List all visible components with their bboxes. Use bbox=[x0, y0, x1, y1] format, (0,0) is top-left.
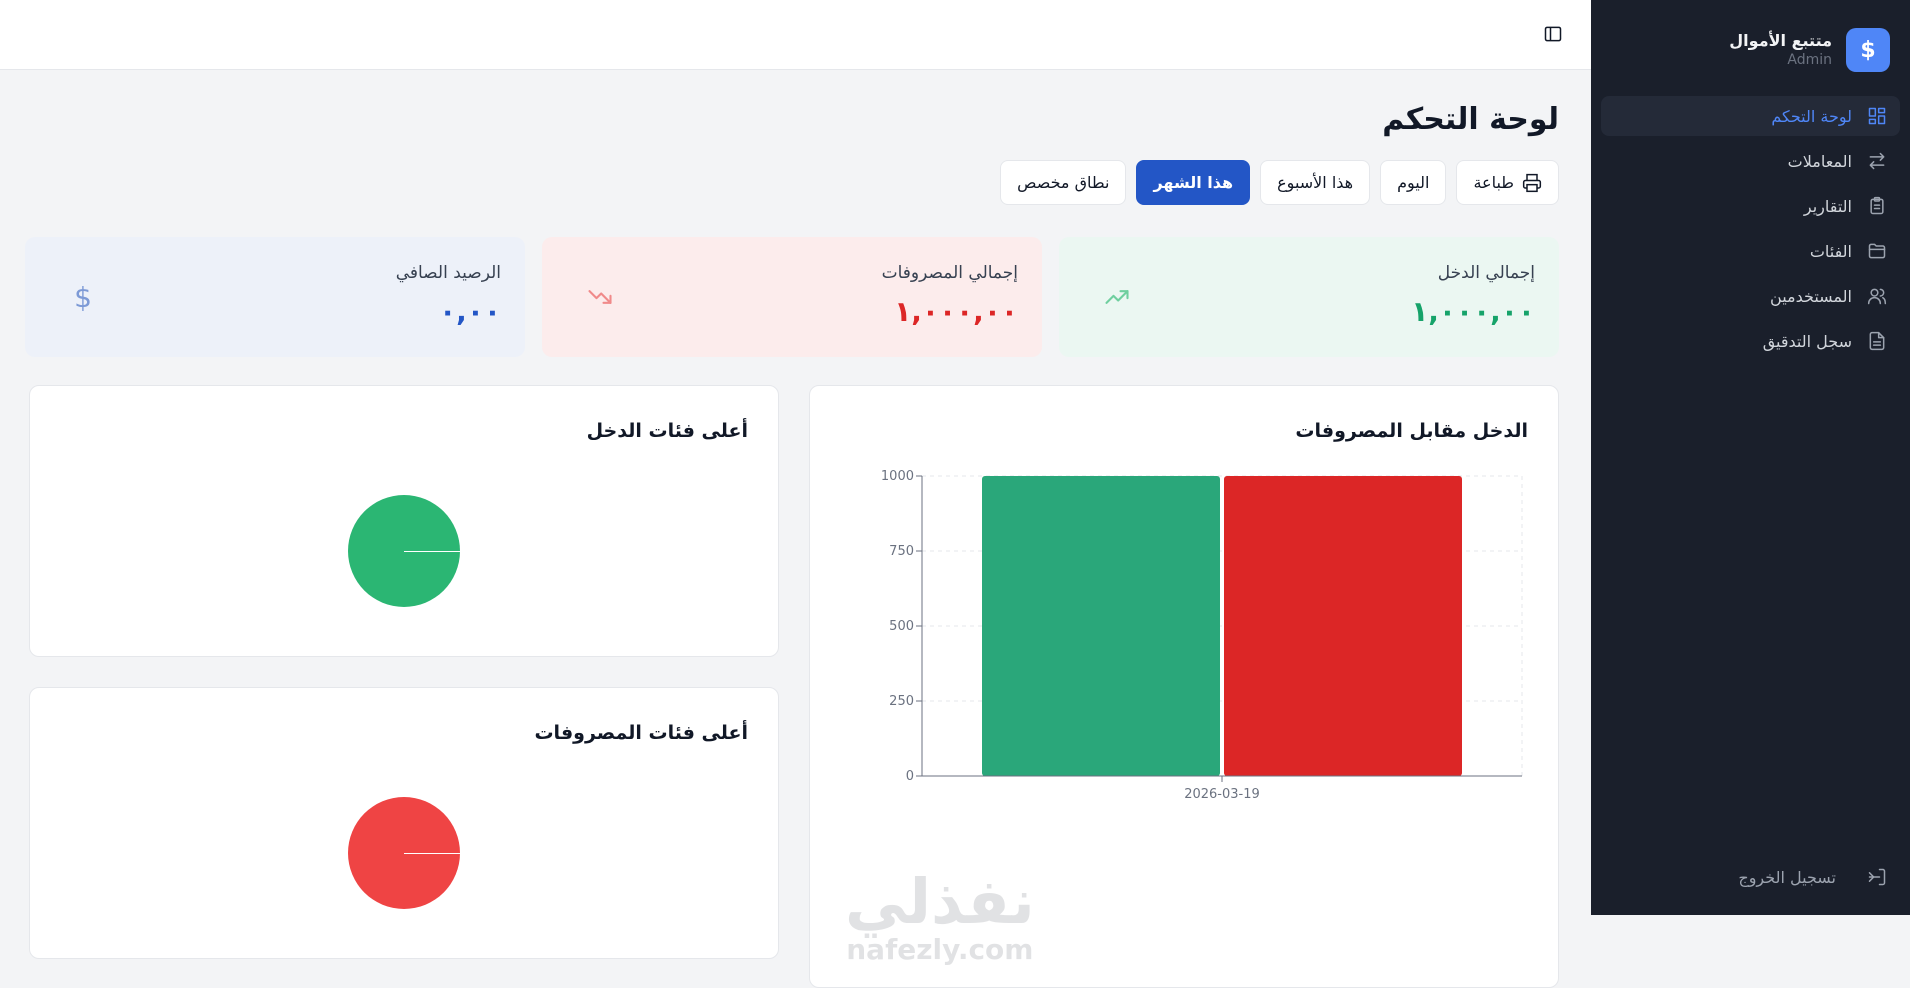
watermark-arabic: نفذلي bbox=[845, 865, 1035, 938]
y-tick-label: 750 bbox=[889, 544, 914, 559]
watermark-latin: nafezly.com bbox=[846, 933, 1034, 966]
filter-custom-range-button[interactable]: نطاق مخصص bbox=[1000, 160, 1127, 205]
users-icon bbox=[1866, 285, 1888, 307]
file-text-icon bbox=[1866, 330, 1888, 352]
stat-value: ١,٠٠٠,٠٠ bbox=[894, 295, 1018, 328]
transfer-arrows-icon bbox=[1866, 150, 1888, 172]
stat-label: إجمالي الدخل bbox=[1437, 263, 1535, 283]
income-vs-expenses-chart: 0 250 500 750 1000 2026-03-19 bbox=[881, 469, 1523, 802]
date-filter-bar: طباعة اليوم هذا الأسبوع هذا الشهر نطاق م… bbox=[1000, 160, 1559, 205]
sidebar-item-reports[interactable]: التقارير bbox=[1601, 186, 1900, 226]
sidebar-item-label: التقارير bbox=[1803, 196, 1852, 216]
y-tick-label: 1000 bbox=[881, 469, 914, 484]
bar-series-2 bbox=[1224, 476, 1462, 776]
stat-label: إجمالي المصروفات bbox=[881, 263, 1018, 283]
sidebar: $ متتبع الأموال Admin لوحة التحكم المعام… bbox=[1591, 0, 1910, 915]
stat-value: ٠,٠٠ bbox=[439, 295, 501, 328]
page-title: لوحة التحكم bbox=[1382, 102, 1559, 137]
logout-button[interactable]: تسجيل الخروج bbox=[1601, 857, 1900, 897]
dollar-logo-icon: $ bbox=[1846, 28, 1890, 72]
sidebar-item-users[interactable]: المستخدمين bbox=[1601, 276, 1900, 316]
y-tick-label: 500 bbox=[889, 619, 914, 634]
printer-icon bbox=[1522, 173, 1542, 192]
pie-slice-divider bbox=[404, 853, 460, 854]
top-expense-categories-panel: أعلى فئات المصروفات bbox=[29, 687, 779, 959]
sidebar-item-label: الفئات bbox=[1809, 241, 1852, 261]
clipboard-icon bbox=[1866, 195, 1888, 217]
print-label: طباعة bbox=[1473, 173, 1514, 192]
top-bar bbox=[0, 0, 1591, 70]
y-tick-label: 250 bbox=[889, 694, 914, 709]
filter-week-button[interactable]: هذا الأسبوع bbox=[1260, 160, 1371, 205]
sidebar-item-label: لوحة التحكم bbox=[1771, 106, 1852, 126]
x-tick-label: 2026-03-19 bbox=[1184, 787, 1260, 802]
filter-month-button[interactable]: هذا الشهر bbox=[1136, 160, 1251, 205]
logout-icon bbox=[1866, 866, 1888, 888]
dashboard-icon bbox=[1866, 105, 1888, 127]
sidebar-item-label: المعاملات bbox=[1787, 151, 1852, 171]
watermark-logo: نفذلي nafezly.com bbox=[845, 870, 1035, 966]
stat-value: ١,٠٠٠,٠٠ bbox=[1411, 295, 1535, 328]
dollar-icon: $ bbox=[74, 280, 92, 314]
trending-down-icon bbox=[586, 283, 614, 311]
top-income-categories-panel: أعلى فئات الدخل bbox=[29, 385, 779, 657]
sidebar-item-categories[interactable]: الفئات bbox=[1601, 231, 1900, 271]
app-name: متتبع الأموال bbox=[1729, 31, 1832, 50]
sidebar-item-transactions[interactable]: المعاملات bbox=[1601, 141, 1900, 181]
panel-title: أعلى فئات الدخل bbox=[586, 420, 748, 442]
sidebar-item-label: سجل التدقيق bbox=[1762, 331, 1852, 351]
sidebar-item-dashboard[interactable]: لوحة التحكم bbox=[1601, 96, 1900, 136]
y-tick-label: 0 bbox=[906, 769, 914, 784]
trending-up-icon bbox=[1103, 283, 1131, 311]
net-balance-card: الرصيد الصافي ٠,٠٠ $ bbox=[25, 237, 525, 357]
pie-slice-divider bbox=[404, 551, 460, 552]
user-role: Admin bbox=[1787, 52, 1832, 68]
panel-title: الدخل مقابل المصروفات bbox=[1295, 420, 1528, 442]
panel-title: أعلى فئات المصروفات bbox=[534, 722, 748, 744]
bar-series-1 bbox=[982, 476, 1220, 776]
brand: $ متتبع الأموال Admin bbox=[1591, 0, 1910, 80]
sidebar-toggle-icon[interactable] bbox=[1543, 24, 1565, 46]
total-income-card: إجمالي الدخل ١,٠٠٠,٠٠ bbox=[1059, 237, 1559, 357]
sidebar-nav: لوحة التحكم المعاملات التقارير الفئات ال… bbox=[1591, 96, 1910, 361]
stat-label: الرصيد الصافي bbox=[395, 263, 501, 283]
main-content: لوحة التحكم طباعة اليوم هذا الأسبوع هذا … bbox=[0, 70, 1591, 988]
print-button[interactable]: طباعة bbox=[1456, 160, 1559, 205]
sidebar-item-label: المستخدمين bbox=[1770, 286, 1852, 306]
filter-today-button[interactable]: اليوم bbox=[1380, 160, 1447, 205]
total-expenses-card: إجمالي المصروفات ١,٠٠٠,٠٠ bbox=[542, 237, 1042, 357]
folder-icon bbox=[1866, 240, 1888, 262]
logout-label: تسجيل الخروج bbox=[1738, 867, 1836, 887]
sidebar-item-audit-log[interactable]: سجل التدقيق bbox=[1601, 321, 1900, 361]
